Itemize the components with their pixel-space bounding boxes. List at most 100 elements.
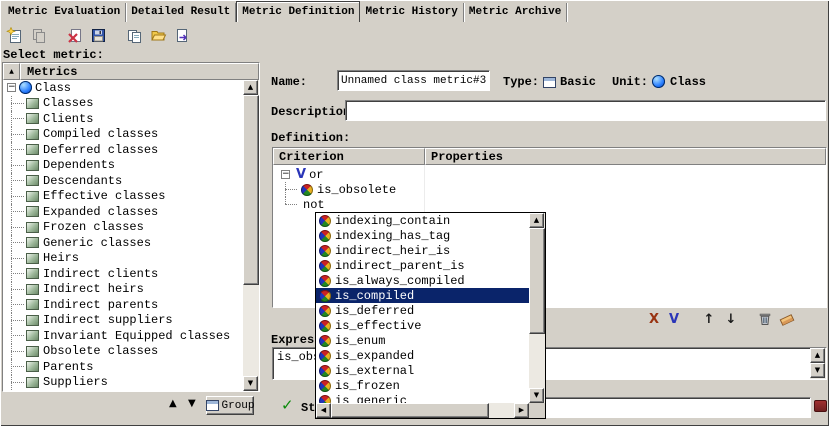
group-button-label: Group <box>222 400 255 412</box>
move-up-icon[interactable] <box>701 311 717 327</box>
export-metrics-icon[interactable] <box>172 25 192 45</box>
save-metric-icon[interactable] <box>88 25 108 45</box>
definition-row-or[interactable]: or <box>273 167 826 182</box>
tab[interactable]: Metric History <box>360 3 463 22</box>
dropdown-vscroll-track[interactable] <box>529 334 545 388</box>
tree-item[interactable]: Heirs <box>3 251 243 267</box>
tree-item[interactable]: Indirect parents <box>3 297 243 313</box>
dropdown-item[interactable]: is_always_compiled <box>316 273 529 288</box>
criterion-ball-icon <box>319 230 331 242</box>
tree-scroll-track[interactable] <box>243 285 259 376</box>
tree-item[interactable]: Effective classes <box>3 189 243 205</box>
open-archive-icon[interactable] <box>148 25 168 45</box>
tree-root-class[interactable]: Class <box>3 80 243 96</box>
tree-connector <box>11 173 26 189</box>
and-criterion-icon[interactable] <box>646 311 662 327</box>
dropdown-item-label: is_enum <box>335 334 385 348</box>
tree-item[interactable]: Indirect clients <box>3 266 243 282</box>
dropdown-item[interactable]: indirect_heir_is <box>316 243 529 258</box>
description-input[interactable] <box>345 100 826 121</box>
criterion-column-header[interactable]: Criterion <box>273 148 425 165</box>
dropdown-item[interactable]: is_effective <box>316 318 529 333</box>
properties-column-header[interactable]: Properties <box>425 148 826 165</box>
tab[interactable]: Metric Evaluation <box>3 3 126 22</box>
metric-icon <box>26 299 39 310</box>
dropdown-hscroll-track[interactable] <box>489 403 514 418</box>
dropdown-item[interactable]: is_frozen <box>316 378 529 393</box>
down-triangle-icon <box>534 392 539 399</box>
tree-connector <box>11 204 26 220</box>
tree-connector <box>11 96 26 112</box>
move-metric-down-button[interactable] <box>188 399 196 409</box>
tree-item[interactable]: Expanded classes <box>3 204 243 220</box>
tree-item[interactable]: Descendants <box>3 173 243 189</box>
dropdown-scroll-down[interactable] <box>529 388 544 403</box>
dropdown-item[interactable]: indexing_has_tag <box>316 228 529 243</box>
dropdown-scroll-up[interactable] <box>529 213 544 228</box>
delete-metric-icon[interactable] <box>64 25 84 45</box>
dropdown-item[interactable]: indexing_contain <box>316 213 529 228</box>
tree-item[interactable]: Clients <box>3 111 243 127</box>
tree-scroll-down[interactable] <box>243 376 258 391</box>
dropdown-item[interactable]: is_deferred <box>316 303 529 318</box>
unit-value: Class <box>670 75 706 89</box>
tree-item-label: Deferred classes <box>43 143 158 157</box>
tree-item[interactable]: Frozen classes <box>3 220 243 236</box>
delete-criterion-icon[interactable] <box>757 311 773 327</box>
definition-row-not[interactable]: not <box>273 197 826 212</box>
criterion-ball-icon <box>319 335 331 347</box>
tree-item[interactable]: Parents <box>3 359 243 375</box>
dropdown-item[interactable]: is_external <box>316 363 529 378</box>
definition-row-is-obsolete[interactable]: is_obsolete <box>273 182 826 197</box>
tree-item[interactable]: Compiled classes <box>3 127 243 143</box>
collapse-icon[interactable] <box>281 170 290 179</box>
import-metrics-icon[interactable] <box>124 25 144 45</box>
expression-scroll-down[interactable] <box>810 363 825 378</box>
or-criterion-icon[interactable] <box>666 311 682 327</box>
tab[interactable]: Detailed Result <box>126 3 236 22</box>
dropdown-item[interactable]: is_expanded <box>316 348 529 363</box>
move-down-icon[interactable] <box>723 311 739 327</box>
dropdown-hscrollbar <box>316 403 545 418</box>
metric-icon <box>26 237 39 248</box>
note-icon[interactable] <box>814 400 827 412</box>
tree-item[interactable]: Invariant Equipped classes <box>3 328 243 344</box>
metric-icon <box>26 361 39 372</box>
tree-item[interactable]: Indirect suppliers <box>3 313 243 329</box>
tree-item-label: Compiled classes <box>43 127 158 141</box>
tree-scroll-up[interactable] <box>243 80 258 95</box>
metric-tree: Class Classes Clients <box>3 80 243 391</box>
tree-item[interactable]: Obsolete classes <box>3 344 243 360</box>
group-button[interactable]: Group <box>206 396 254 415</box>
tree-item[interactable]: Deferred classes <box>3 142 243 158</box>
collapse-icon[interactable] <box>7 83 16 92</box>
tree-item[interactable]: Suppliers <box>3 375 243 391</box>
copy-metric-icon[interactable] <box>28 25 48 45</box>
dropdown-item[interactable]: is_compiled <box>316 288 529 303</box>
new-metric-icon[interactable] <box>4 25 24 45</box>
dropdown-item-label: indirect_parent_is <box>335 259 465 273</box>
tree-item[interactable]: Generic classes <box>3 235 243 251</box>
name-input[interactable] <box>337 70 490 91</box>
tree-header-metrics[interactable]: Metrics <box>20 63 259 80</box>
eraser-icon[interactable] <box>779 311 795 327</box>
dropdown-item[interactable]: is_enum <box>316 333 529 348</box>
move-metric-up-button[interactable] <box>169 399 177 409</box>
expression-scroll-up[interactable] <box>810 348 825 363</box>
dropdown-scroll-right[interactable] <box>514 403 529 418</box>
tree-item[interactable]: Dependents <box>3 158 243 174</box>
dropdown-scroll-left[interactable] <box>316 403 331 418</box>
valid-check-icon <box>281 398 294 413</box>
tab[interactable]: Metric Archive <box>464 3 567 22</box>
unit-label: Unit: <box>612 75 648 89</box>
tree-connector <box>11 235 26 251</box>
dropdown-item[interactable]: indirect_parent_is <box>316 258 529 273</box>
dropdown-vscroll-thumb[interactable] <box>529 228 545 334</box>
tree-item[interactable]: Classes <box>3 96 243 112</box>
tree-scroll-thumb[interactable] <box>243 95 259 285</box>
sort-asc-button[interactable] <box>3 63 20 80</box>
tree-item[interactable]: Indirect heirs <box>3 282 243 298</box>
dropdown-hscroll-thumb[interactable] <box>331 403 489 418</box>
dropdown-item[interactable]: is_generic <box>316 393 529 403</box>
tab[interactable]: Metric Definition <box>236 1 360 22</box>
